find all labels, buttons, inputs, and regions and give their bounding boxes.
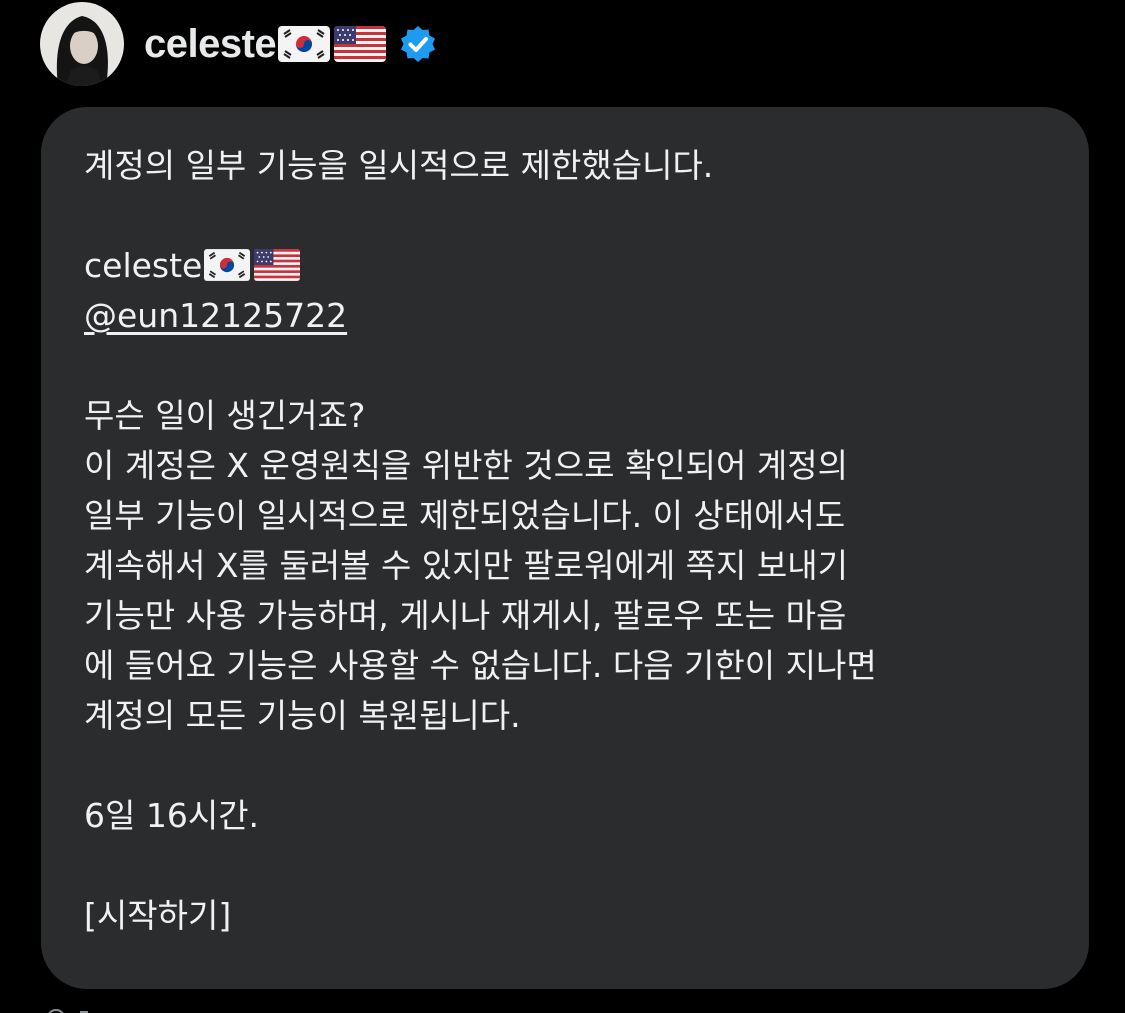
notice-flags (204, 249, 301, 281)
notice-body-line: 에 들어요 기능은 사용할 수 없습니다. 다음 기한이 지나면 (84, 646, 877, 685)
notice-text-block: 계정의 일부 기능을 일시적으로 제한했습니다. celeste @eun121… (84, 141, 1074, 941)
notice-account-handle-link[interactable]: @eun12125722 (84, 296, 347, 335)
tweet-header: celeste (40, 2, 438, 86)
author-flags (278, 26, 387, 62)
notice-account-name: celeste (84, 246, 203, 285)
avatar[interactable] (40, 2, 124, 86)
author-display-name[interactable]: celeste (144, 22, 277, 67)
notice-handle-row: @eun12125722 (84, 291, 1074, 341)
notice-question: 무슨 일이 생긴거죠? (84, 396, 366, 435)
clipped-footer-icon (44, 1004, 104, 1013)
notice-body-line: 기능만 사용 가능하며, 게시나 재게시, 팔로우 또는 마음 (84, 596, 847, 635)
south-korea-flag-icon (278, 26, 331, 62)
notice-body-line: 일부 기능이 일시적으로 제한되었습니다. 이 상태에서도 (84, 496, 846, 535)
notice-body-line: 이 계정은 X 운영원칙을 위반한 것으로 확인되어 계정의 (84, 446, 848, 485)
notice-duration: 6일 16시간. (84, 796, 260, 835)
notice-title: 계정의 일부 기능을 일시적으로 제한했습니다. (84, 146, 714, 185)
verified-badge-icon[interactable] (398, 24, 438, 64)
notice-body-line: 계속해서 X를 둘러볼 수 있지만 팔로워에게 쪽지 보내기 (84, 546, 848, 585)
usa-flag-icon (334, 26, 387, 62)
usa-flag-icon (254, 249, 301, 281)
restriction-notice-card: 계정의 일부 기능을 일시적으로 제한했습니다. celeste @eun121… (41, 107, 1089, 989)
south-korea-flag-icon (204, 249, 251, 281)
notice-start-action[interactable]: [시작하기] (84, 891, 1074, 941)
notice-account-name-row: celeste (84, 241, 1074, 291)
notice-body-line: 계정의 모든 기능이 복원됩니다. (84, 696, 521, 735)
